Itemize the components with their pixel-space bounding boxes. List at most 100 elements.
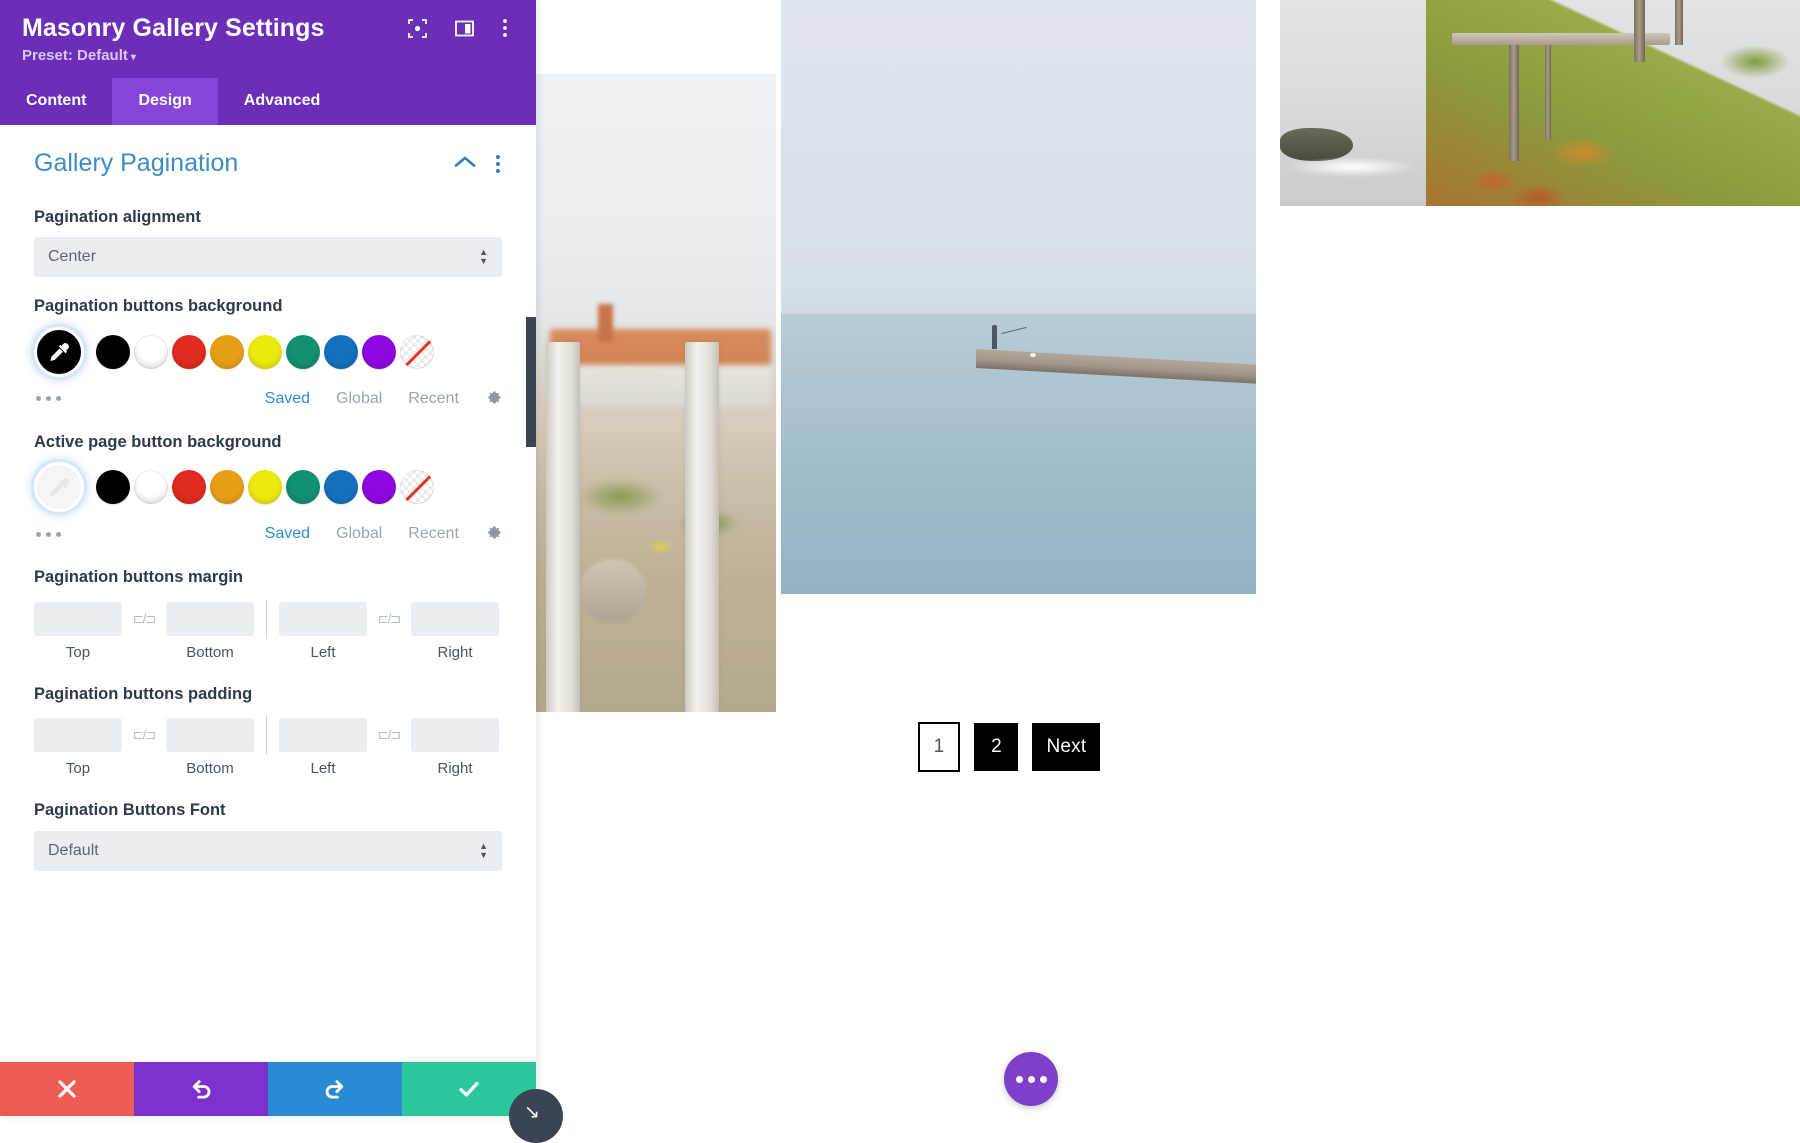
pagination-buttons-background-meta: Saved Global Recent <box>34 389 502 409</box>
padding-bottom-input[interactable] <box>166 718 254 752</box>
deck-post-1 <box>1509 45 1519 160</box>
padding-left-input[interactable] <box>279 718 367 752</box>
more-colors-icon[interactable] <box>34 528 63 541</box>
panel-scrollbar-thumb[interactable] <box>526 317 536 447</box>
swatch-black[interactable] <box>96 470 130 504</box>
focus-target-icon[interactable] <box>408 19 427 38</box>
pagination-buttons-font-value: Default <box>48 842 99 860</box>
deck-post-4 <box>1675 0 1683 45</box>
margin-bottom-input[interactable] <box>166 602 254 636</box>
padding-right-label: Right <box>411 760 499 777</box>
active-page-button-background-label: Active page button background <box>34 431 502 454</box>
iceplant-shape <box>1426 0 1800 206</box>
swatch-purple[interactable] <box>362 335 396 369</box>
fence-photo <box>536 74 776 712</box>
margin-right-label: Right <box>411 644 499 661</box>
swatch-white[interactable] <box>134 335 168 369</box>
layout-columns-icon[interactable] <box>455 19 474 38</box>
eyedropper-icon[interactable] <box>34 327 84 377</box>
swatch-white[interactable] <box>134 470 168 504</box>
gear-icon[interactable] <box>485 389 502 409</box>
fishing-rod-shape <box>1002 327 1027 334</box>
gallery-image-fence[interactable] <box>536 74 776 712</box>
panel-tabs: Content Design Advanced <box>0 78 536 125</box>
pagination-buttons-margin-group: ⊏/⊐ ⊏/⊐ Top Bottom Left Right <box>34 600 502 661</box>
redo-button[interactable] <box>268 1062 402 1116</box>
swatch-red[interactable] <box>172 470 206 504</box>
link-padding-top-bottom-icon[interactable]: ⊏/⊐ <box>122 727 166 743</box>
chevron-up-icon[interactable] <box>454 155 476 172</box>
swatch-red[interactable] <box>172 335 206 369</box>
swatch-blue[interactable] <box>324 470 358 504</box>
fence-post-left <box>546 342 580 712</box>
margin-left-label: Left <box>279 644 367 661</box>
fab-dot-1 <box>1016 1076 1023 1083</box>
link-padding-left-right-icon[interactable]: ⊏/⊐ <box>367 727 411 743</box>
page-settings-fab[interactable] <box>1004 1052 1058 1106</box>
swatch-green[interactable] <box>286 335 320 369</box>
swatch-orange[interactable] <box>210 470 244 504</box>
panel-footer-actions <box>0 1062 536 1116</box>
undo-button[interactable] <box>134 1062 268 1116</box>
divider <box>266 600 267 638</box>
preset-selector[interactable]: Preset: Default▾ <box>22 43 514 78</box>
panel-resize-handle[interactable]: ↘ <box>509 1089 563 1143</box>
cancel-button[interactable] <box>0 1062 134 1116</box>
eyedropper-icon[interactable] <box>34 462 84 512</box>
padding-top-input[interactable] <box>34 718 122 752</box>
chimney-shape <box>598 304 612 342</box>
gallery-image-dune[interactable] <box>536 0 760 60</box>
margin-top-input[interactable] <box>34 602 122 636</box>
recent-colors-link[interactable]: Recent <box>408 390 459 408</box>
more-colors-icon[interactable] <box>34 392 63 405</box>
link-margin-left-right-icon[interactable]: ⊏/⊐ <box>367 611 411 627</box>
padding-bottom-label: Bottom <box>166 760 254 777</box>
gear-icon[interactable] <box>485 524 502 544</box>
swatch-none[interactable] <box>400 335 434 369</box>
margin-left-input[interactable] <box>279 602 367 636</box>
gallery-image-pier[interactable] <box>781 0 1256 594</box>
saved-colors-link[interactable]: Saved <box>265 525 310 543</box>
deck-post-2 <box>1545 45 1551 140</box>
saved-colors-link[interactable]: Saved <box>265 390 310 408</box>
panel-header: Masonry Gallery Settings <box>0 0 536 78</box>
swatch-purple[interactable] <box>362 470 396 504</box>
margin-field-labels: Top Bottom Left Right <box>34 644 502 661</box>
tab-advanced[interactable]: Advanced <box>218 78 346 125</box>
more-options-icon[interactable] <box>502 18 508 38</box>
check-icon <box>457 1077 481 1101</box>
gallery-image-cliff[interactable] <box>1280 0 1800 206</box>
pagination-buttons-font-select[interactable]: Default ▲▼ <box>34 831 502 871</box>
pagination-buttons-padding-group: ⊏/⊐ ⊏/⊐ Top Bottom Left Right <box>34 716 502 777</box>
tab-content[interactable]: Content <box>0 78 112 125</box>
pier-photo <box>781 0 1256 594</box>
link-margin-top-bottom-icon[interactable]: ⊏/⊐ <box>122 611 166 627</box>
swatch-none[interactable] <box>400 470 434 504</box>
fab-dot-3 <box>1040 1076 1047 1083</box>
rock-shape <box>579 559 646 623</box>
swatch-yellow[interactable] <box>248 335 282 369</box>
deck-post-3 <box>1634 0 1645 62</box>
close-icon <box>56 1078 78 1100</box>
margin-right-input[interactable] <box>411 602 499 636</box>
swatch-orange[interactable] <box>210 335 244 369</box>
pagination-alignment-select[interactable]: Center ▲▼ <box>34 237 502 277</box>
page-button-next[interactable]: Next <box>1032 723 1100 771</box>
section-header-gallery-pagination[interactable]: Gallery Pagination <box>34 125 502 188</box>
panel-body: Gallery Pagination Pagination alignment … <box>0 125 536 1062</box>
swatch-yellow[interactable] <box>248 470 282 504</box>
page-button-1[interactable]: 1 <box>918 722 961 772</box>
section-options-kebab[interactable] <box>494 153 502 175</box>
swatch-black[interactable] <box>96 335 130 369</box>
swatch-green[interactable] <box>286 470 320 504</box>
fab-dot-2 <box>1028 1076 1035 1083</box>
section-title: Gallery Pagination <box>34 149 454 178</box>
tab-design[interactable]: Design <box>112 78 217 125</box>
page-button-2[interactable]: 2 <box>974 723 1018 771</box>
padding-right-input[interactable] <box>411 718 499 752</box>
global-colors-link[interactable]: Global <box>336 525 382 543</box>
margin-top-label: Top <box>34 644 122 661</box>
recent-colors-link[interactable]: Recent <box>408 525 459 543</box>
global-colors-link[interactable]: Global <box>336 390 382 408</box>
swatch-blue[interactable] <box>324 335 358 369</box>
